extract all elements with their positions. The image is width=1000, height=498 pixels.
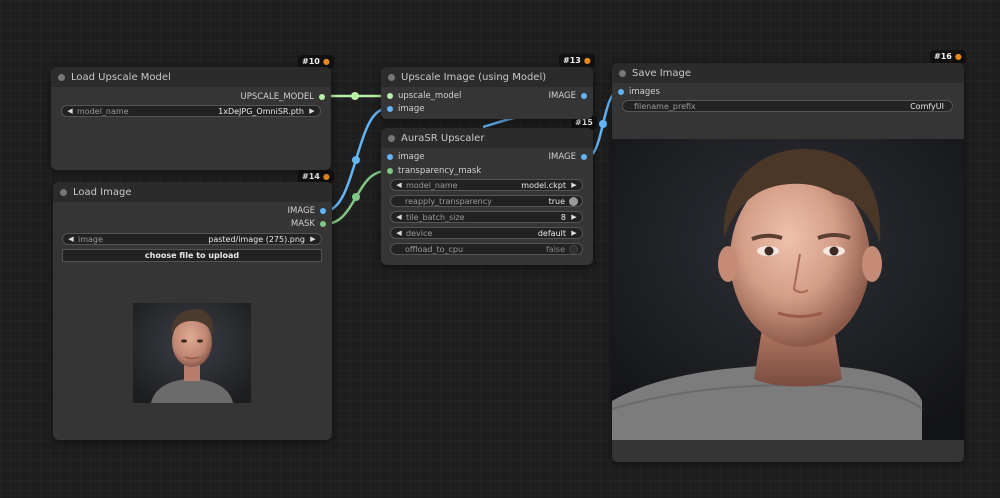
- node-aurasr-upscaler[interactable]: AuraSR Upscaler image transparency_mask …: [381, 128, 593, 265]
- slot-label: IMAGE: [287, 206, 315, 216]
- widget-value: ComfyUI: [910, 101, 944, 111]
- input-dot-icon[interactable]: [387, 106, 393, 112]
- slot-label: image: [398, 152, 425, 162]
- arrow-left-icon[interactable]: ◀: [67, 235, 75, 243]
- slot-label: UPSCALE_MODEL: [240, 92, 314, 102]
- upload-button[interactable]: choose file to upload: [62, 249, 322, 262]
- widget-value: false: [545, 244, 565, 254]
- combo-model-name[interactable]: ◀ model_name model.ckpt ▶: [390, 179, 583, 191]
- node-title: Load Upscale Model: [71, 71, 171, 83]
- widget-label: filename_prefix: [634, 101, 696, 111]
- node-title-bar[interactable]: Upscale Image (using Model): [381, 67, 593, 87]
- input-dot-icon[interactable]: [387, 154, 393, 160]
- number-tile-batch-size[interactable]: ◀ tile_batch_size 8 ▶: [390, 211, 583, 223]
- collapse-dot-icon[interactable]: [58, 74, 65, 81]
- node-title-bar[interactable]: Save Image: [612, 63, 964, 83]
- node-load-image[interactable]: Load Image IMAGE MASK ◀ image pasted/ima…: [53, 182, 332, 440]
- output-image[interactable]: IMAGE: [549, 151, 587, 163]
- widget-label: device: [406, 228, 433, 238]
- output-dot-icon[interactable]: [581, 154, 587, 160]
- collapse-dot-icon[interactable]: [388, 74, 395, 81]
- arrow-right-icon[interactable]: ▶: [570, 181, 578, 189]
- output-image[interactable]: IMAGE: [288, 205, 326, 217]
- arrow-right-icon[interactable]: ▶: [570, 229, 578, 237]
- slot-label: MASK: [290, 219, 315, 229]
- arrow-left-icon[interactable]: ◀: [395, 181, 403, 189]
- node-save-image[interactable]: Save Image images filename_prefix ComfyU…: [612, 63, 964, 462]
- node-title: AuraSR Upscaler: [401, 132, 485, 144]
- toggle-off-icon[interactable]: [569, 244, 578, 254]
- collapse-dot-icon[interactable]: [388, 135, 395, 142]
- image-preview-thumbnail: [133, 303, 251, 403]
- toggle-reapply-transparency[interactable]: reapply_transparency true: [390, 195, 583, 207]
- output-image[interactable]: IMAGE: [549, 90, 587, 102]
- widget-value: default: [537, 228, 566, 238]
- image-output-preview: [612, 139, 964, 440]
- node-load-upscale-model[interactable]: Load Upscale Model UPSCALE_MODEL ◀ model…: [51, 67, 331, 170]
- arrow-right-icon[interactable]: ▶: [308, 107, 316, 115]
- toggle-on-icon[interactable]: [569, 196, 578, 206]
- output-dot-icon[interactable]: [320, 208, 326, 214]
- output-dot-icon[interactable]: [319, 94, 325, 100]
- input-dot-icon[interactable]: [618, 89, 624, 95]
- wire-mask-midpoint: [352, 193, 360, 201]
- input-upscale-model[interactable]: upscale_model: [387, 90, 461, 102]
- output-dot-icon[interactable]: [581, 93, 587, 99]
- arrow-left-icon[interactable]: ◀: [395, 229, 403, 237]
- widget-value: model.ckpt: [521, 180, 566, 190]
- input-dot-icon[interactable]: [387, 168, 393, 174]
- widget-label: reapply_transparency: [405, 196, 492, 206]
- slot-label: image: [398, 104, 425, 114]
- arrow-left-icon[interactable]: ◀: [395, 213, 403, 221]
- widget-value: 1xDeJPG_OmniSR.pth: [218, 106, 304, 116]
- slot-label: upscale_model: [398, 91, 462, 101]
- widget-label: image: [78, 234, 103, 244]
- widget-label: offload_to_cpu: [405, 244, 464, 254]
- widget-label: model_name: [406, 180, 458, 190]
- output-upscale-model[interactable]: UPSCALE_MODEL: [240, 91, 325, 103]
- output-dot-icon[interactable]: [320, 221, 326, 227]
- node-title: Load Image: [73, 186, 132, 198]
- input-image[interactable]: image: [387, 103, 424, 115]
- node-badge-13: #13 ●: [559, 54, 595, 67]
- slot-label: IMAGE: [548, 152, 576, 162]
- node-upscale-image[interactable]: Upscale Image (using Model) upscale_mode…: [381, 67, 593, 119]
- input-dot-icon[interactable]: [387, 93, 393, 99]
- node-badge-16: #16 ●: [930, 50, 966, 63]
- input-transparency-mask[interactable]: transparency_mask: [387, 165, 481, 177]
- arrow-right-icon[interactable]: ▶: [309, 235, 317, 243]
- node-title: Save Image: [632, 67, 692, 79]
- widget-label: model_name: [77, 106, 129, 116]
- wire-save-midpoint: [599, 120, 607, 128]
- wire-mask-to-aurasr: [324, 169, 387, 226]
- widget-label: tile_batch_size: [406, 212, 465, 222]
- wire-image-midpoint: [352, 156, 360, 164]
- widget-value: 8: [560, 212, 566, 222]
- widget-value: true: [548, 196, 565, 206]
- node-title-bar[interactable]: Load Upscale Model: [51, 67, 331, 87]
- node-title-bar[interactable]: AuraSR Upscaler: [381, 128, 593, 148]
- collapse-dot-icon[interactable]: [60, 189, 67, 196]
- arrow-right-icon[interactable]: ▶: [570, 213, 578, 221]
- combo-device[interactable]: ◀ device default ▶: [390, 227, 583, 239]
- arrow-left-icon[interactable]: ◀: [66, 107, 74, 115]
- collapse-dot-icon[interactable]: [619, 70, 626, 77]
- combo-model-name[interactable]: ◀ model_name 1xDeJPG_OmniSR.pth ▶: [61, 105, 321, 117]
- input-images[interactable]: images: [618, 86, 660, 98]
- toggle-offload-to-cpu[interactable]: offload_to_cpu false: [390, 243, 583, 255]
- wire-upscale-model-midpoint: [351, 92, 359, 100]
- node-title-bar[interactable]: Load Image: [53, 182, 332, 202]
- output-mask[interactable]: MASK: [291, 218, 326, 230]
- wire-image-to-upscale: [324, 107, 387, 213]
- input-image[interactable]: image: [387, 151, 424, 163]
- text-filename-prefix[interactable]: filename_prefix ComfyUI: [622, 100, 953, 112]
- slot-label: transparency_mask: [398, 166, 482, 176]
- combo-image[interactable]: ◀ image pasted/image (275).png ▶: [62, 233, 322, 245]
- slot-label: images: [629, 87, 660, 97]
- node-title: Upscale Image (using Model): [401, 71, 547, 83]
- widget-value: pasted/image (275).png: [208, 234, 305, 244]
- slot-label: IMAGE: [548, 91, 576, 101]
